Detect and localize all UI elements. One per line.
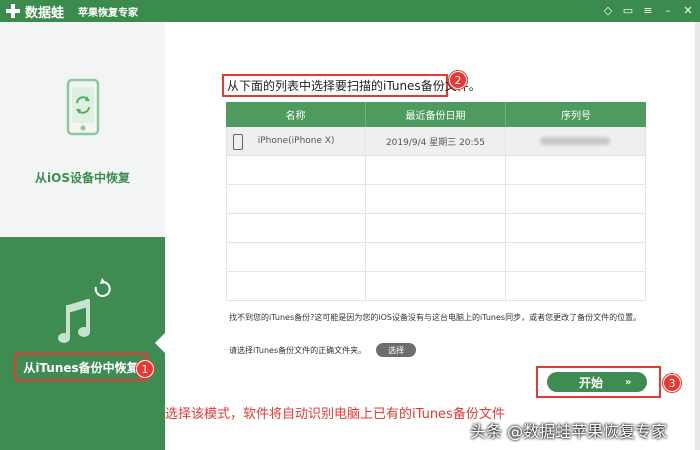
iphone-icon xyxy=(233,134,243,150)
app-subtitle: 苹果恢复专家 xyxy=(78,7,139,19)
sidebar: 从iOS设备中恢复 xyxy=(0,22,165,450)
step-badge-1: 1 xyxy=(136,360,154,378)
column-header-name[interactable]: 名称 xyxy=(226,102,366,127)
start-button-label: 开始 xyxy=(579,375,604,390)
table-row-empty[interactable] xyxy=(226,156,646,185)
music-restore-icon xyxy=(58,278,111,343)
menu-icon[interactable]: ≡ xyxy=(642,4,654,18)
app-logo: 数据蛙 xyxy=(6,2,64,21)
table-row[interactable]: iPhone(iPhone X) 2019/9/4 星期三 20:55 xyxy=(226,127,646,156)
double-chevron-right-icon: » xyxy=(625,376,632,388)
step-badge-3: 3 xyxy=(663,374,681,392)
app-name: 数据蛙 xyxy=(25,5,65,21)
table-header: 名称 最近备份日期 序列号 xyxy=(226,102,646,127)
itunes-mode-highlight[interactable]: 从iTunes备份中恢复 xyxy=(14,353,148,381)
plus-logo-icon xyxy=(6,4,20,18)
column-header-serial[interactable]: 序列号 xyxy=(506,102,646,127)
device-name: iPhone(iPhone X) xyxy=(257,136,335,146)
sidebar-item-itunes-label: 从iTunes备份中恢复 xyxy=(23,360,139,375)
select-folder-row: 请选择iTunes备份文件的正确文件夹。 选择 xyxy=(229,343,417,357)
phone-restore-icon xyxy=(66,78,100,136)
watermark: 头条 @数据蛙苹果恢复专家 xyxy=(470,422,668,441)
step-badge-2: 2 xyxy=(449,71,467,89)
window-controls: ◇ ▭ ≡ – ✕ xyxy=(602,4,694,18)
table-row-empty[interactable] xyxy=(226,185,646,214)
backup-date: 2019/9/4 星期三 20:55 xyxy=(366,127,506,155)
instruction-text: 从下面的列表中选择要扫描的iTunes备份文件。 xyxy=(227,79,481,93)
table-row-empty[interactable] xyxy=(226,272,646,301)
sidebar-selection-notch xyxy=(155,333,165,353)
serial-number-blurred xyxy=(540,137,611,145)
start-button[interactable]: 开始 » xyxy=(547,372,647,392)
title-bar: 数据蛙 苹果恢复专家 ◇ ▭ ≡ – ✕ xyxy=(0,0,700,22)
sidebar-item-ios-label: 从iOS设备中恢复 xyxy=(35,171,130,185)
minimize-icon[interactable]: – xyxy=(662,4,674,18)
missing-backup-note: 找不到您的iTunes备份?这可能是因为您的iOS设备没有与这台电脑上的iTun… xyxy=(229,313,642,322)
sidebar-item-itunes-backup[interactable] xyxy=(0,237,165,450)
panel-edge xyxy=(695,22,700,450)
instruction-highlight: 从下面的列表中选择要扫描的iTunes备份文件。 xyxy=(222,74,481,97)
table-row-empty[interactable] xyxy=(226,243,646,272)
diamond-icon[interactable]: ◇ xyxy=(602,4,614,18)
close-icon[interactable]: ✕ xyxy=(682,4,694,18)
annotation-caption: 选择该模式，软件将自动识别电脑上已有的iTunes备份文件 xyxy=(165,407,505,422)
table-row-empty[interactable] xyxy=(226,214,646,243)
select-folder-button[interactable]: 选择 xyxy=(376,343,417,357)
chat-icon[interactable]: ▭ xyxy=(622,4,634,18)
column-header-date[interactable]: 最近备份日期 xyxy=(366,102,506,127)
select-folder-prompt: 请选择iTunes备份文件的正确文件夹。 xyxy=(229,345,367,355)
backup-table: 名称 最近备份日期 序列号 iPhone(iPhone X) 2019/9/4 … xyxy=(226,102,646,301)
sidebar-item-ios-device[interactable]: 从iOS设备中恢复 xyxy=(0,22,165,237)
